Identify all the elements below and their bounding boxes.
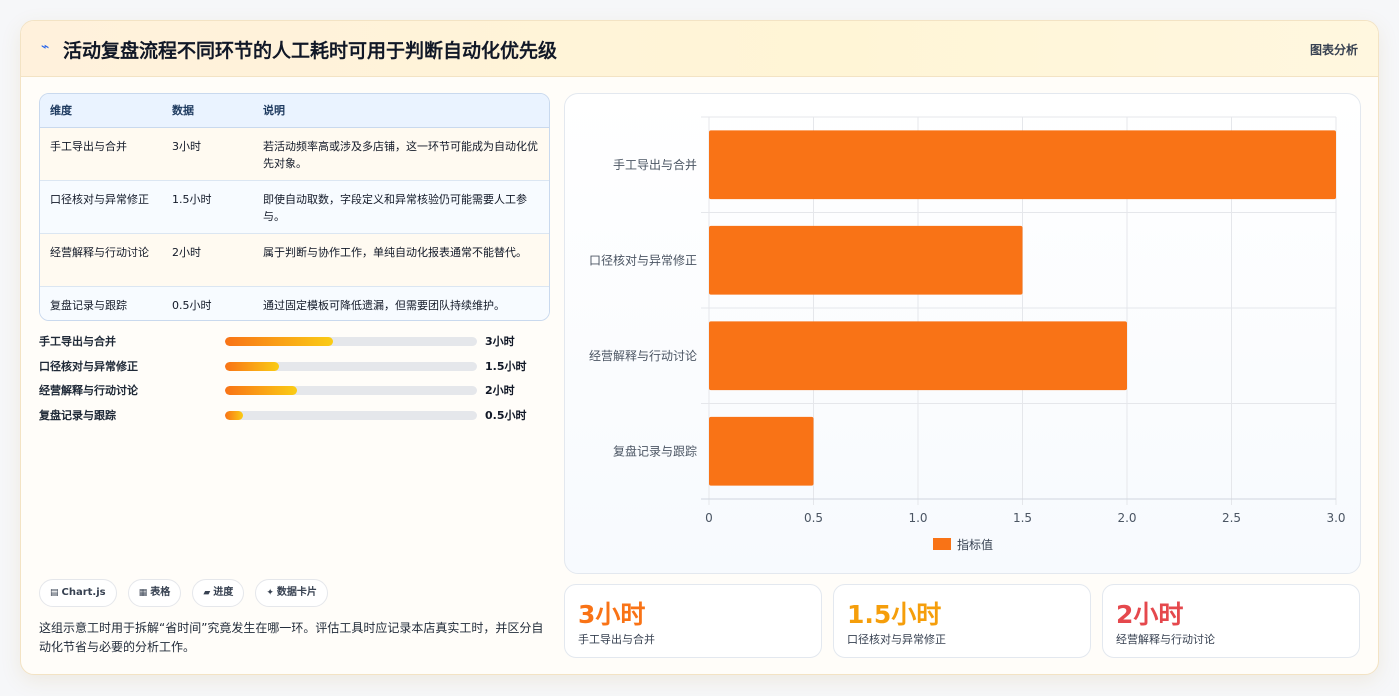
x-tick-label: 1.5 <box>1013 511 1032 525</box>
progress-item: 手工导出与合并 3小时 <box>39 331 550 356</box>
table-row: 经营解释与行动讨论 2小时 属于判断与协作工作，单纯自动化报表通常不能替代。 <box>40 233 549 287</box>
progress-fill <box>225 361 279 371</box>
chip-data-card[interactable]: ✦ 数据卡片 <box>255 579 328 607</box>
table-icon: ▦ <box>138 588 148 598</box>
progress-label: 口径核对与异常修正 <box>39 359 138 373</box>
table-row: 手工导出与合并 3小时 若活动频率高或涉及多店铺，这一环节可能成为自动化优先对象… <box>40 127 549 181</box>
y-tick-label: 经营解释与行动讨论 <box>589 349 697 363</box>
chart-bar <box>709 225 1023 295</box>
table-cell-value: 0.5小时 <box>162 286 253 320</box>
chart-bar <box>709 321 1127 391</box>
progress-label: 手工导出与合并 <box>39 335 116 348</box>
progress-label: 复盘记录与跟踪 <box>39 408 116 422</box>
table-cell-value: 2小时 <box>162 233 253 287</box>
progress-track <box>225 361 477 371</box>
progress-track <box>225 337 477 346</box>
x-tick-label: 2.5 <box>1222 511 1241 525</box>
table-header-dim: 维度 <box>40 94 162 128</box>
progress-value: 0.5小时 <box>485 408 527 422</box>
stat-label: 口径核对与异常修正 <box>847 633 946 646</box>
stat-value: 1.5小时 <box>847 600 942 629</box>
x-tick-label: 0.5 <box>804 511 823 525</box>
chart-line-icon: ⌁ <box>41 39 50 55</box>
y-tick-label: 手工导出与合并 <box>613 157 697 172</box>
data-table: 维度 数据 说明 手工导出与合并 3小时 若活动频率高或涉及多店铺，这一环节可能… <box>39 93 550 321</box>
chart-bar <box>709 416 814 486</box>
progress-track <box>225 386 477 395</box>
progress-track <box>225 410 477 420</box>
footnote: 这组示意工时用于拆解“省时间”究竟发生在哪一环。评估工具时应记录本店真实工时，并… <box>39 621 544 654</box>
chart-bar <box>709 130 1336 200</box>
header-tag: 图表分析 <box>1309 43 1358 57</box>
table-cell-desc: 通过固定模板可降低遗漏，但需要团队持续维护。 <box>253 286 549 320</box>
page-title: 活动复盘流程不同环节的人工耗时可用于判断自动化优先级 <box>63 40 558 62</box>
progress-item: 经营解释与行动讨论 2小时 <box>39 380 550 405</box>
stat-card: 3小时 手工导出与合并 <box>564 584 822 658</box>
stat-card: 2小时 经营解释与行动讨论 <box>1102 584 1360 658</box>
stat-card: 1.5小时 口径核对与异常修正 <box>833 584 1091 658</box>
header: ⌁ 活动复盘流程不同环节的人工耗时可用于判断自动化优先级 图表分析 <box>21 21 1378 77</box>
x-tick-label: 1.0 <box>908 511 927 525</box>
chip-label: 进度 <box>213 587 234 598</box>
progress-value: 1.5小时 <box>485 359 527 373</box>
chip-chartjs[interactable]: ▤ Chart.js <box>39 579 117 607</box>
legend-swatch <box>933 538 951 550</box>
sparkle-icon: ✦ <box>266 588 274 598</box>
progress-icon: ▰ <box>203 588 211 598</box>
table-row: 复盘记录与跟踪 0.5小时 通过固定模板可降低遗漏，但需要团队持续维护。 <box>40 286 549 320</box>
progress-label: 经营解释与行动讨论 <box>39 384 138 397</box>
progress-item: 口径核对与异常修正 1.5小时 <box>39 356 550 381</box>
bar-chart: 手工导出与合并口径核对与异常修正经营解释与行动讨论复盘记录与跟踪 0 0.5 1.0 1… <box>589 116 1346 552</box>
table-row: 口径核对与异常修正 1.5小时 即使自动取数，字段定义和异常核验仍可能需要人工参… <box>40 180 549 234</box>
y-tick-label: 口径核对与异常修正 <box>589 252 697 267</box>
chip-label: 数据卡片 <box>276 587 317 598</box>
x-tick-label: 3.0 <box>1326 511 1345 525</box>
tech-chips: ▤ Chart.js ▦ 表格 ▰ 进度 ✦ 数据卡片 <box>39 579 334 607</box>
progress-item: 复盘记录与跟踪 0.5小时 <box>39 405 550 430</box>
chart-panel: 手工导出与合并口径核对与异常修正 经营解释与行动讨论复盘记录与跟踪 0 0.5 1.0 1… <box>564 93 1361 574</box>
legend-label: 指标值 <box>957 537 993 552</box>
table-header-desc: 说明 <box>253 94 549 128</box>
table-cell-desc: 若活动频率高或涉及多店铺，这一环节可能成为自动化优先对象。 <box>253 127 549 181</box>
stat-value: 2小时 <box>1116 600 1184 629</box>
progress-value: 3小时 <box>485 335 515 348</box>
table-cell-dim: 口径核对与异常修正 <box>40 180 162 234</box>
stat-value: 3小时 <box>578 600 646 629</box>
table-cell-dim: 经营解释与行动讨论 <box>40 233 162 287</box>
table-cell-dim: 手工导出与合并 <box>40 127 162 181</box>
x-tick-label: 2.0 <box>1117 511 1136 525</box>
progress-fill <box>225 337 333 346</box>
x-tick-label: 0 <box>705 511 713 525</box>
chip-progress[interactable]: ▰ 进度 <box>192 579 245 607</box>
table-cell-dim: 复盘记录与跟踪 <box>40 286 162 320</box>
progress-fill <box>225 410 243 420</box>
table-cell-desc: 属于判断与协作工作，单纯自动化报表通常不能替代。 <box>253 233 549 287</box>
table-cell-value: 1.5小时 <box>162 180 253 234</box>
table-cell-value: 3小时 <box>162 127 253 181</box>
y-tick-label: 复盘记录与跟踪 <box>613 443 697 458</box>
chip-label: Chart.js <box>61 587 106 598</box>
table-header-row: 维度 数据 说明 <box>40 94 549 128</box>
chip-table[interactable]: ▦ 表格 <box>127 579 182 607</box>
bar-chart-icon: ▤ <box>50 588 59 598</box>
progress-value: 2小时 <box>485 384 515 397</box>
main-card: ⌁ 活动复盘流程不同环节的人工耗时可用于判断自动化优先级 图表分析 维度 数据 … <box>20 20 1379 675</box>
progress-list: 手工导出与合并 3小时 口径核对与异常修正 1.5小时 经营解释与行动讨论 2小… <box>39 331 550 429</box>
stat-label: 经营解释与行动讨论 <box>1116 633 1215 646</box>
progress-fill <box>225 386 297 395</box>
table-header-value: 数据 <box>162 94 253 128</box>
table-cell-desc: 即使自动取数，字段定义和异常核验仍可能需要人工参与。 <box>253 180 549 234</box>
stat-label: 手工导出与合并 <box>578 633 655 646</box>
chip-label: 表格 <box>150 587 171 598</box>
